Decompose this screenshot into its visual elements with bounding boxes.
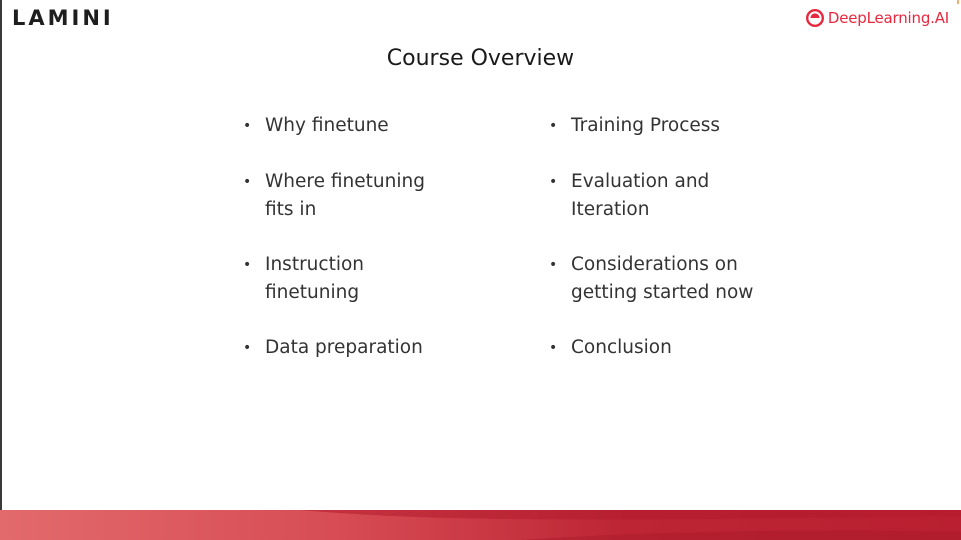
overview-item: • Instruction finetuning xyxy=(243,251,364,307)
slide: LAMINI DeepLearning.AI Course Overview •… xyxy=(0,0,961,540)
overview-item: • Considerations on getting started now xyxy=(549,251,753,307)
corner-mark xyxy=(957,0,959,4)
bullet: • xyxy=(243,257,252,273)
overview-item-text: Conclusion xyxy=(571,337,672,358)
lamini-logo: LAMINI xyxy=(12,6,114,30)
overview-item-text: Where finetuning fits in xyxy=(265,171,425,220)
bullet: • xyxy=(243,118,252,134)
bullet: • xyxy=(243,340,252,356)
deeplearning-logo-icon xyxy=(805,9,824,27)
overview-item-text: Instruction finetuning xyxy=(265,254,365,303)
deeplearning-logo: DeepLearning.AI xyxy=(805,8,949,28)
overview-item: • Training Process xyxy=(549,112,720,140)
overview-item-text: Evaluation and Iteration xyxy=(571,171,710,220)
overview-item: • Conclusion xyxy=(549,334,672,362)
overview-item: • Why finetune xyxy=(243,112,389,140)
overview-item: • Evaluation and Iteration xyxy=(549,168,709,224)
overview-item-text: Data preparation xyxy=(265,337,423,358)
overview-item: • Data preparation xyxy=(243,334,423,362)
overview-item: • Where finetuning fits in xyxy=(243,168,425,224)
footer-wave xyxy=(300,510,961,540)
bullet: • xyxy=(243,174,252,190)
overview-item-text: Training Process xyxy=(571,115,721,136)
slide-left-border xyxy=(0,0,2,510)
overview-item-text: Why finetune xyxy=(265,115,389,136)
overview-item-text: Considerations on getting started now xyxy=(571,254,754,303)
bullet: • xyxy=(549,174,558,190)
bullet: • xyxy=(549,257,558,273)
bullet: • xyxy=(549,340,558,356)
footer-band xyxy=(0,510,961,540)
bullet: • xyxy=(549,118,558,134)
slide-title: Course Overview xyxy=(386,46,575,71)
deeplearning-logo-text: DeepLearning.AI xyxy=(827,9,949,27)
